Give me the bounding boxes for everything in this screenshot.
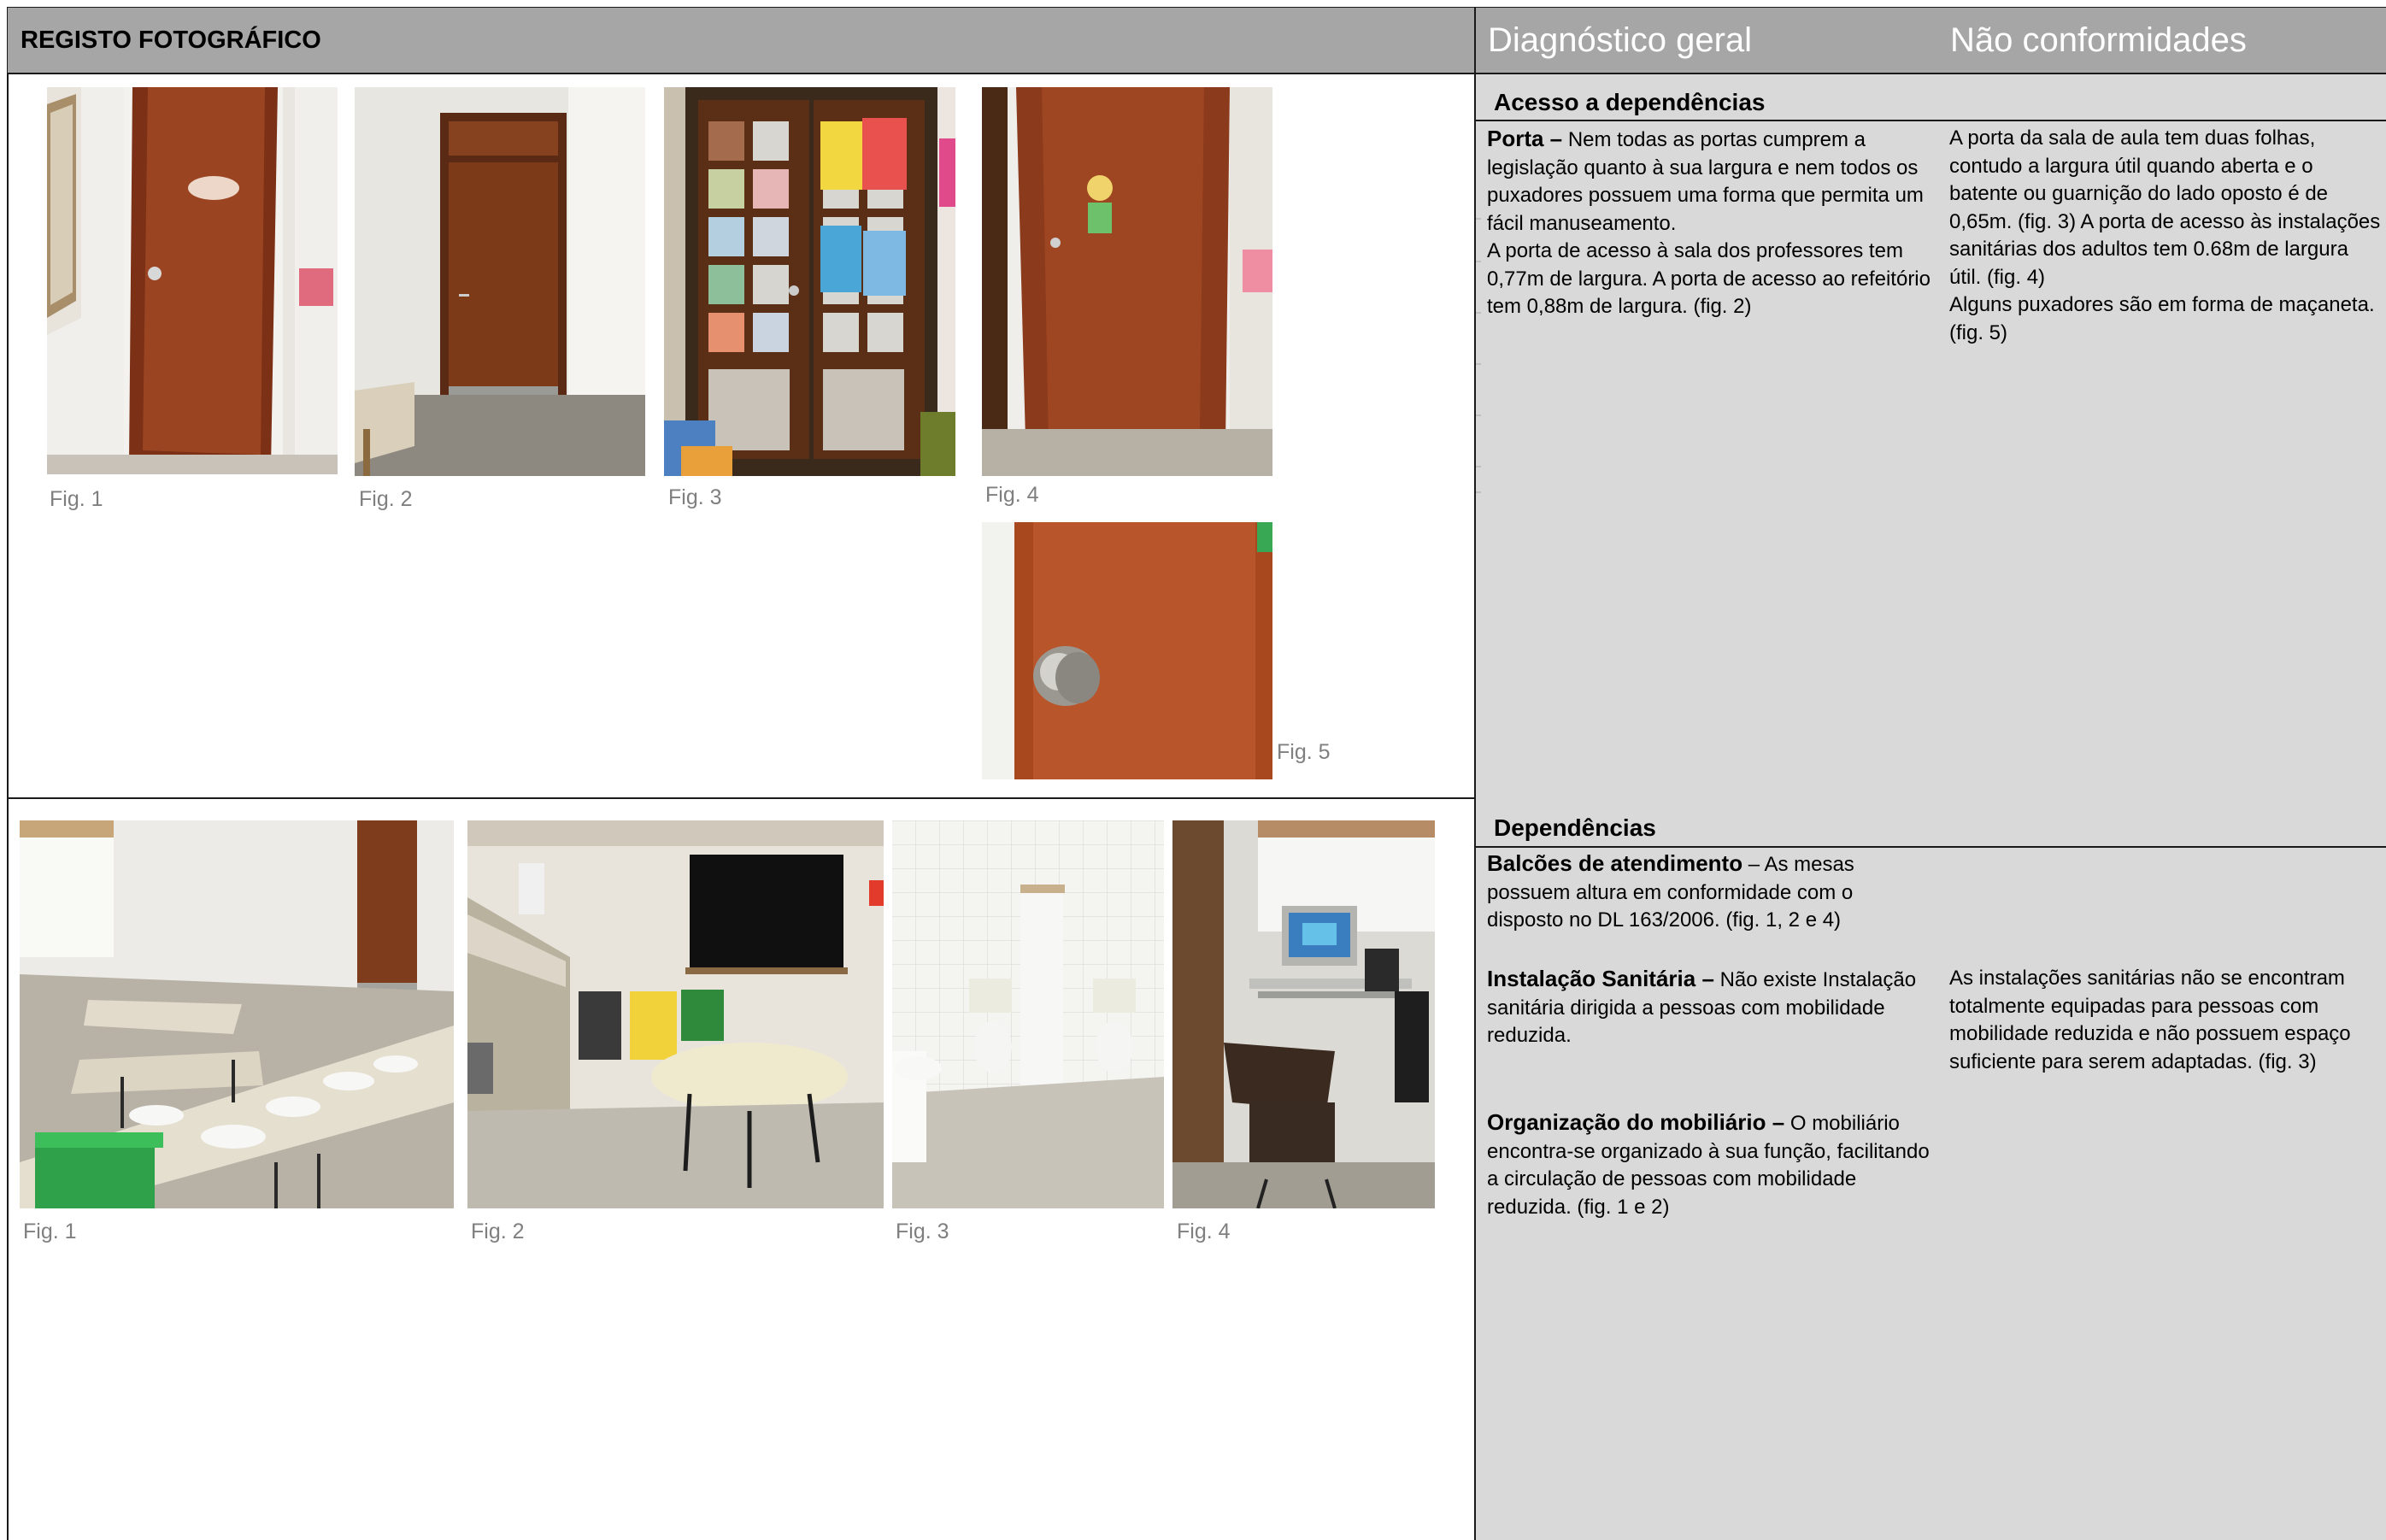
porta-diagnostic: Porta – Nem todas as portas cumprem a le… xyxy=(1487,125,1931,321)
frame-left xyxy=(7,7,9,1540)
balcoes-diagnostic: Balcões de atendimento – As mesas possue… xyxy=(1487,849,1931,935)
mobiliario-label: Organização do mobiliário – xyxy=(1487,1109,1785,1135)
caption-s1-fig5: Fig. 5 xyxy=(1277,740,1331,764)
photo-computer-fig4 xyxy=(1172,820,1435,1208)
caption-s2-fig1: Fig. 1 xyxy=(23,1220,77,1243)
sanitaria-nonconformity: As instalações sanitárias não se encontr… xyxy=(1949,967,2351,1073)
photo-door-fig1 xyxy=(47,87,338,474)
photo-toilets-fig3 xyxy=(892,820,1164,1208)
porta-nonconformity: A porta da sala de aula tem duas folhas,… xyxy=(1949,125,2381,347)
porta-nc-text-2: Alguns puxadores são em forma de maçanet… xyxy=(1949,293,2375,344)
porta-text-2: A porta de acesso à sala dos professores… xyxy=(1487,239,1931,318)
section-rule-2 xyxy=(1476,846,2386,848)
caption-s2-fig4: Fig. 4 xyxy=(1177,1220,1231,1243)
section-rule xyxy=(1476,120,2386,121)
porta-nc-text: A porta da sala de aula tem duas folhas,… xyxy=(1949,126,2381,289)
caption-s1-fig4: Fig. 4 xyxy=(985,483,1039,507)
section-title-acesso: Acesso a dependências xyxy=(1494,89,1766,115)
photo-door-fig4 xyxy=(982,87,1272,476)
photo-door-fig2 xyxy=(355,87,645,476)
col-header-nao-conformidades: Não conformidades xyxy=(1950,21,2247,59)
photo-record-title: REGISTO FOTOGRÁFICO xyxy=(21,26,321,54)
caption-s1-fig1: Fig. 1 xyxy=(50,487,103,511)
assessment-header: Diagnóstico geral Não conformidades xyxy=(1476,8,2386,73)
sanitaria-label: Instalação Sanitária – xyxy=(1487,966,1714,991)
caption-s1-fig3: Fig. 3 xyxy=(668,485,722,509)
caption-s2-fig2: Fig. 2 xyxy=(471,1220,525,1243)
photo-record-header: REGISTO FOTOGRÁFICO xyxy=(8,8,1474,73)
porta-label: Porta – xyxy=(1487,126,1563,151)
photo-door-fig3 xyxy=(664,87,955,476)
section-title-dependencias: Dependências xyxy=(1494,814,1656,841)
col-header-diagnostico: Diagnóstico geral xyxy=(1488,21,1753,59)
photo-knob-fig5 xyxy=(982,522,1272,779)
caption-s1-fig2: Fig. 2 xyxy=(359,487,413,511)
photo-canteen-fig1 xyxy=(20,820,454,1208)
caption-s2-fig3: Fig. 3 xyxy=(896,1220,949,1243)
balcoes-label: Balcões de atendimento xyxy=(1487,850,1743,876)
sanitaria-diagnostic: Instalação Sanitária – Não existe Instal… xyxy=(1487,965,1931,1050)
photo-classroom-fig2 xyxy=(467,820,884,1208)
mobiliario-diagnostic: Organização do mobiliário – O mobiliário… xyxy=(1487,1108,1931,1221)
